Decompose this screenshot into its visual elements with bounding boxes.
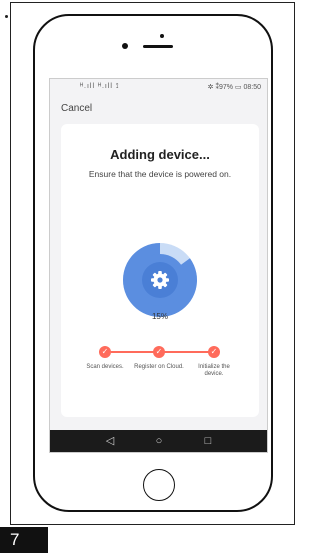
step-label-initialize: Initialize the device. xyxy=(198,364,230,377)
progress-ring xyxy=(123,243,197,317)
android-nav-bar: ◁ ○ □ xyxy=(50,430,267,452)
adding-device-card: Adding device... Ensure that the device … xyxy=(61,124,259,417)
bullet-dot xyxy=(5,15,8,18)
page-title: Adding device... xyxy=(110,147,210,162)
step-check-icon: ✓ xyxy=(99,346,111,358)
sensor-dot xyxy=(160,34,164,38)
back-triangle-icon[interactable]: ◁ xyxy=(102,433,118,449)
step-label-scan: Scan devices. xyxy=(86,364,124,370)
gear-icon xyxy=(151,271,169,289)
step-check-icon: ✓ xyxy=(208,346,220,358)
physical-home-button[interactable] xyxy=(143,469,175,501)
status-bar: ᴴ.ıll ᴴ.ıll ⟟ ✲ ⁑97% ▭ 08:50 xyxy=(50,79,267,95)
instruction-text: Ensure that the device is powered on. xyxy=(88,169,232,179)
battery-time: ✲ ⁑97% ▭ 08:50 xyxy=(207,84,261,91)
progress-percent: 15% xyxy=(151,312,168,321)
phone-screen: ᴴ.ıll ᴴ.ıll ⟟ ✲ ⁑97% ▭ 08:50 Cancel Addi… xyxy=(49,78,268,453)
step-label-register: Register on Cloud. xyxy=(134,364,184,370)
step-check-icon: ✓ xyxy=(153,346,165,358)
recent-square-icon[interactable]: □ xyxy=(200,433,216,449)
home-circle-icon[interactable]: ○ xyxy=(151,433,167,449)
page-number: 7 xyxy=(0,527,48,553)
cancel-button[interactable]: Cancel xyxy=(61,103,92,114)
earpiece-speaker xyxy=(143,45,173,48)
front-camera xyxy=(122,43,128,49)
signal-wifi-icons: ᴴ.ıll ᴴ.ıll ⟟ xyxy=(80,83,120,90)
